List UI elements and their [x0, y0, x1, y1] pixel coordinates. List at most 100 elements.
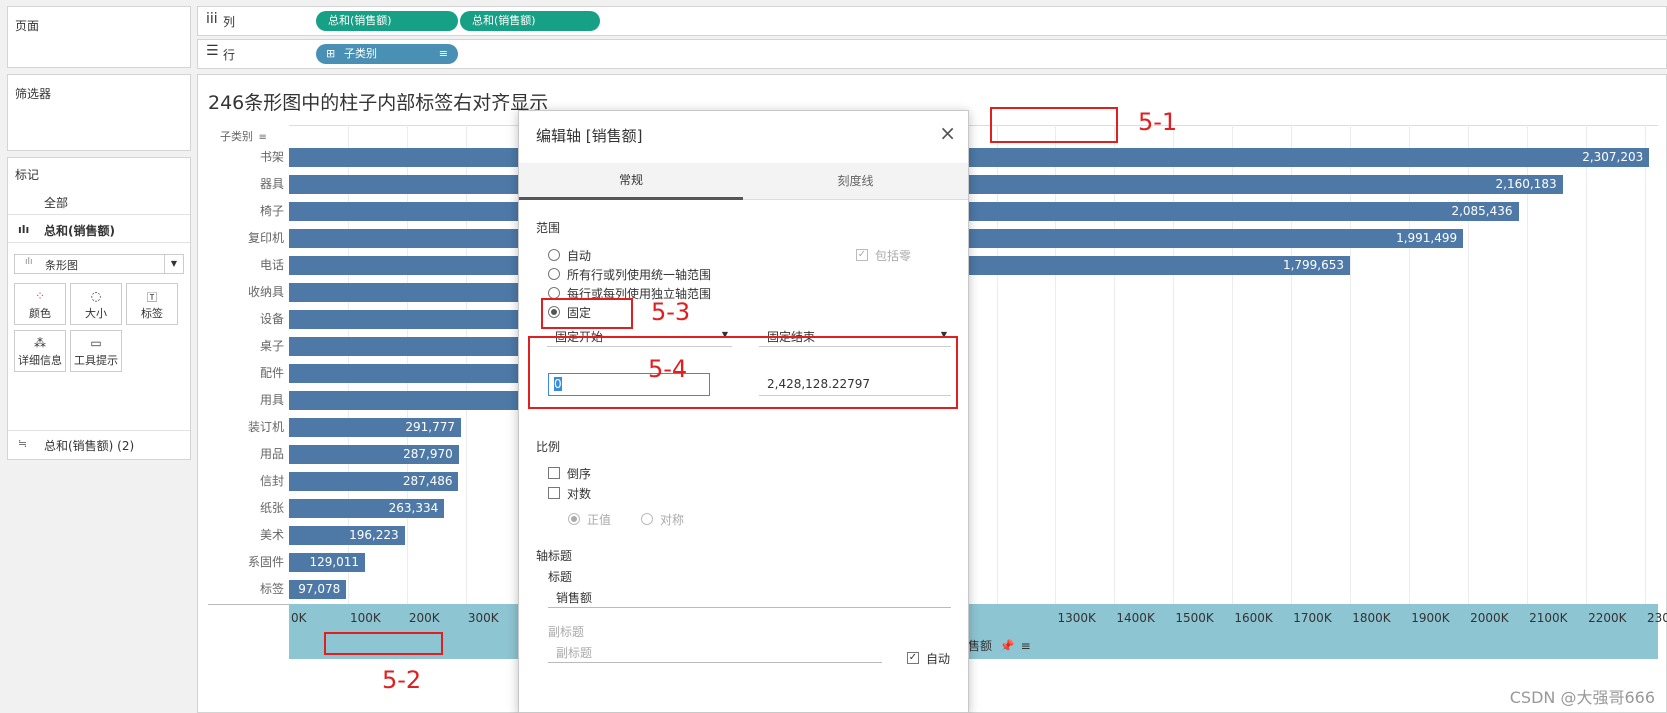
- tooltip-label: 工具提示: [74, 354, 118, 367]
- column-pill-2[interactable]: 总和(销售额): [460, 11, 600, 31]
- category-label: 美术: [259, 528, 284, 542]
- log-checkbox[interactable]: [548, 487, 560, 499]
- tab-general[interactable]: 常规: [519, 163, 743, 200]
- x-tick-label: 300K: [467, 611, 499, 625]
- axis-titles-title: 轴标题: [536, 549, 573, 563]
- pages-panel: 页面: [7, 6, 191, 68]
- tooltip-icon: ▭: [90, 336, 102, 350]
- gridline: [1232, 125, 1234, 605]
- title-label: 标题: [548, 570, 573, 584]
- category-label: 书架: [259, 150, 284, 164]
- radio-auto[interactable]: [548, 249, 560, 261]
- chevron-down-icon: ▼: [164, 255, 183, 273]
- marks-all-tab[interactable]: 全部: [8, 190, 190, 215]
- gridline: [1409, 125, 1411, 605]
- annotation-box-5-3: [541, 298, 633, 329]
- radio-symmetric[interactable]: [641, 513, 653, 525]
- title-input[interactable]: 销售额: [548, 585, 951, 608]
- color-button[interactable]: ⁘ 颜色: [14, 283, 66, 325]
- subtitle-label: 副标题: [548, 625, 585, 639]
- annotation-label-5-3: 5-3: [651, 298, 691, 326]
- subtitle-input[interactable]: 副标题: [548, 640, 882, 663]
- bar-chart-icon: ılı: [18, 223, 30, 236]
- pages-title: 页面: [15, 19, 40, 33]
- annotation-label-5-1: 5-1: [1138, 108, 1178, 136]
- radio-auto-label: 自动: [567, 249, 592, 263]
- label-button[interactable]: 🅃 标签: [126, 283, 178, 325]
- x-tick-label: 1500K: [1175, 611, 1214, 625]
- category-label: 设备: [259, 312, 284, 326]
- marks-panel: 标记 全部 ılı 总和(销售额) ılı 条形图 ▼ ⁘ 颜色 ◌ 大小 🅃 …: [7, 157, 191, 460]
- include-zero-checkbox[interactable]: ✓: [856, 249, 868, 261]
- x-tick-label: 2100K: [1529, 611, 1568, 625]
- detail-button[interactable]: ⁂ 详细信息: [14, 330, 66, 372]
- reversed-checkbox[interactable]: [548, 467, 560, 479]
- x-tick-label: 200K: [408, 611, 440, 625]
- x-tick-label: 2200K: [1588, 611, 1627, 625]
- x-tick-label: 2000K: [1470, 611, 1509, 625]
- watermark: CSDN @大强哥666: [1509, 688, 1655, 707]
- log-label: 对数: [567, 487, 592, 501]
- dialog-title: 编辑轴 [销售额]: [536, 127, 643, 145]
- column-pill-1[interactable]: 总和(销售额): [316, 11, 458, 31]
- color-icon: ⁘: [34, 289, 46, 303]
- x-tick-label: 2300K: [1647, 611, 1667, 625]
- category-label: 收纳具: [247, 285, 284, 299]
- category-label: 标签: [259, 582, 284, 596]
- bar-value-label: 291,777: [405, 420, 456, 434]
- category-label: 系固件: [247, 555, 284, 569]
- x-tick-label: 100K: [349, 611, 381, 625]
- marks-all-label: 全部: [44, 196, 69, 210]
- marks-measure2-tab[interactable]: ≒ 总和(销售额) (2): [8, 430, 190, 459]
- gridline: [1468, 125, 1470, 605]
- columns-label: 列: [223, 15, 236, 29]
- gridline: [1527, 125, 1529, 605]
- category-label: 纸张: [259, 501, 284, 515]
- tab-general-label: 常规: [618, 173, 643, 187]
- category-label: 用品: [259, 447, 284, 461]
- bar-value-label: 97,078: [298, 582, 341, 596]
- mark-type-dropdown[interactable]: ılı 条形图 ▼: [14, 254, 184, 274]
- radio-uniform-label: 所有行或列使用统一轴范围: [567, 268, 712, 282]
- columns-icon: iii: [206, 11, 218, 27]
- columns-shelf[interactable]: iii 列 总和(销售额) 总和(销售额): [197, 6, 1667, 36]
- tooltip-button[interactable]: ▭ 工具提示: [70, 330, 122, 372]
- close-icon[interactable]: ×: [939, 121, 956, 145]
- auto-subtitle-checkbox[interactable]: ✓: [907, 652, 919, 664]
- filters-title: 筛选器: [15, 87, 52, 101]
- bar-value-label: 287,486: [402, 474, 453, 488]
- gridline: [1173, 125, 1175, 605]
- text-label-icon: 🅃: [147, 293, 157, 304]
- bar-chart-icon: ılı: [25, 257, 33, 267]
- category-label: 椅子: [259, 204, 284, 218]
- radio-positive[interactable]: [568, 513, 580, 525]
- size-button[interactable]: ◌ 大小: [70, 283, 122, 325]
- category-label: 复印机: [247, 231, 284, 245]
- view-title: 246条形图中的柱子内部标签右对齐显示: [208, 92, 549, 114]
- marks-measure-label: 总和(销售额): [44, 224, 115, 238]
- range-title: 范围: [536, 221, 561, 235]
- bar-value-label: 263,334: [388, 501, 439, 515]
- annotation-box-5-4: [528, 336, 958, 409]
- gridline: [1055, 125, 1057, 605]
- category-label: 配件: [259, 366, 284, 380]
- color-label: 颜色: [29, 307, 51, 320]
- x-tick-label: 1900K: [1411, 611, 1450, 625]
- row-pill[interactable]: ⊞ 子类别 ≡: [316, 44, 458, 64]
- marks-measure-tab[interactable]: ılı 总和(销售额): [8, 218, 190, 243]
- rows-shelf[interactable]: ☰ 行 ⊞ 子类别 ≡: [197, 39, 1667, 69]
- marks-title: 标记: [15, 168, 40, 182]
- radio-uniform[interactable]: [548, 268, 560, 280]
- auto-subtitle-label: 自动: [926, 652, 951, 666]
- annotation-box-5-1: [990, 107, 1118, 143]
- plus-square-icon: ⊞: [326, 47, 336, 60]
- tab-ticks[interactable]: 刻度线: [743, 163, 968, 199]
- tab-ticks-label: 刻度线: [837, 174, 874, 188]
- category-label: 信封: [259, 474, 284, 488]
- dual-axis-icon: ≒: [18, 437, 28, 450]
- label-label: 标签: [141, 307, 163, 320]
- x-tick-label: 1600K: [1234, 611, 1273, 625]
- rows-label: 行: [223, 48, 236, 62]
- axis-title-text: 售额: [968, 639, 993, 653]
- category-label: 装订机: [247, 420, 284, 434]
